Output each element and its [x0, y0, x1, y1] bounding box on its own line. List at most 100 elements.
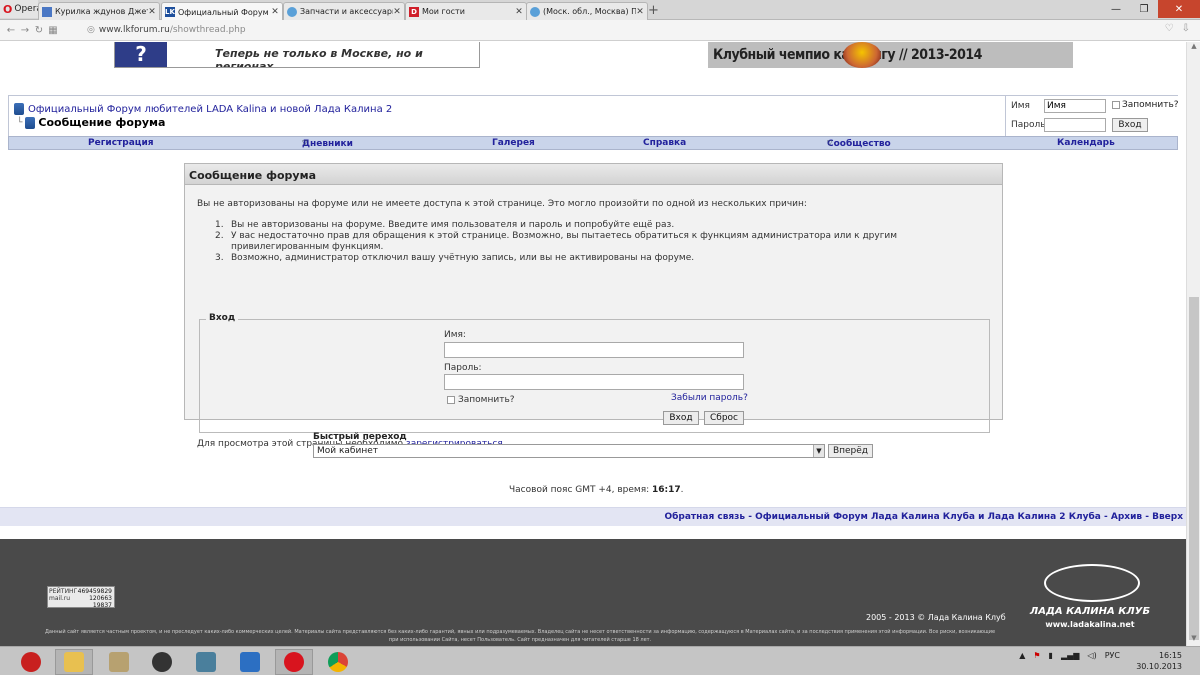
reset-button[interactable]: Сброс: [704, 411, 744, 425]
tab-4[interactable]: D Мои гости ✕: [405, 2, 527, 20]
globe-favicon-icon: [530, 6, 540, 17]
footer-links[interactable]: Обратная связь - Официальный Форум Лада …: [664, 512, 1183, 522]
nav-calendar[interactable]: Календарь: [1057, 138, 1115, 148]
utility-icon[interactable]: [100, 649, 138, 675]
remember-checkbox[interactable]: Запомнить?: [1112, 100, 1179, 110]
logo-text: ЛАДА КАЛИНА КЛУБ: [1029, 606, 1151, 617]
nav-blogs-label: Дневники: [302, 139, 353, 149]
password-input[interactable]: [1044, 118, 1106, 132]
speed-dial-icon[interactable]: ▦: [46, 25, 60, 36]
quick-nav-select[interactable]: Мой кабинет ▼: [313, 444, 825, 458]
checkbox-icon: [447, 396, 455, 404]
banner-left[interactable]: ? Теперь не только в Москве, но и регион…: [114, 42, 480, 68]
bookmark-heart-icon[interactable]: ♡: [1165, 23, 1174, 34]
tray-signal-icon[interactable]: ▂▄▆: [1061, 651, 1079, 660]
power-icon[interactable]: [12, 649, 50, 675]
lk-favicon-icon: LK: [165, 7, 175, 17]
remember-label: Запомнить?: [458, 395, 515, 405]
url-field[interactable]: ◎ www.lkforum.ru/showthread.php: [87, 22, 1177, 38]
scroll-thumb[interactable]: [1189, 297, 1199, 640]
forward-icon[interactable]: →: [18, 25, 32, 36]
opera-logo-icon: O: [3, 2, 13, 16]
explorer-icon[interactable]: [55, 649, 93, 675]
close-icon[interactable]: ✕: [393, 7, 401, 17]
scroll-down-icon[interactable]: ▼: [1187, 634, 1200, 646]
panel-title: Сообщение форума: [185, 164, 1002, 185]
tray-flag-icon[interactable]: ⚑: [1033, 651, 1040, 660]
nav-help[interactable]: Справка: [643, 138, 686, 148]
clock-date: 30.10.2013: [1136, 662, 1182, 671]
forum-favicon-icon: [42, 6, 52, 17]
banner-left-text: Теперь не только в Москве, но и регионах…: [215, 47, 423, 68]
clock-time: 16:15: [1158, 651, 1182, 660]
club-logo[interactable]: ЛАДА КАЛИНА КЛУБ www.ladakalina.net: [1020, 564, 1160, 634]
download-icon[interactable]: ⇩: [1182, 23, 1190, 34]
tray-network-icon[interactable]: ▮: [1049, 651, 1053, 660]
mailru-counter[interactable]: РЕЙТИНГ mail.ru 469459829 120663 19837: [47, 586, 115, 609]
forum-home-icon: [14, 103, 24, 115]
opera-menu-button[interactable]: O Opera: [0, 0, 42, 18]
tab-title: Официальный Форум ле: [178, 7, 271, 17]
close-icon[interactable]: ✕: [636, 7, 644, 17]
breadcrumb-root-link[interactable]: Официальный Форум любителей LADA Kalina …: [28, 104, 392, 115]
speaker-icon[interactable]: [143, 649, 181, 675]
list-item: 3. Возможно, администратор отключил вашу …: [215, 253, 975, 264]
login-button[interactable]: Вход: [1112, 118, 1148, 132]
window-close-icon[interactable]: ✕: [1158, 0, 1200, 18]
password-label: Пароль: [1011, 120, 1046, 130]
list-item: 2. У вас недостаточно прав для обращения …: [215, 231, 975, 253]
login-submit-button[interactable]: Вход: [663, 411, 699, 425]
tab-2-active[interactable]: LK Официальный Форум ле ✕: [161, 2, 283, 21]
name-input[interactable]: [444, 342, 744, 358]
tab-5[interactable]: (Моск. обл., Москва) Пр ✕: [526, 2, 648, 20]
globe-icon: ◎: [87, 25, 95, 35]
password-input[interactable]: [444, 374, 744, 390]
nav-gallery[interactable]: Галерея: [492, 138, 535, 148]
opera-taskbar-icon[interactable]: [275, 649, 313, 675]
list-text: Вы не авторизованы на форуме. Введите им…: [231, 220, 675, 230]
nav-register[interactable]: Регистрация: [88, 138, 154, 148]
tab-1[interactable]: Курилка ждунов Джетты ✕: [38, 2, 160, 20]
close-icon[interactable]: ✕: [148, 7, 156, 17]
list-text: У вас недостаточно прав для обращения к …: [231, 231, 898, 252]
photo-app-icon[interactable]: [187, 649, 225, 675]
minimize-icon[interactable]: —: [1102, 0, 1130, 18]
settings-app-icon[interactable]: [231, 649, 269, 675]
tray-volume-icon[interactable]: ◁): [1087, 651, 1096, 660]
reload-icon[interactable]: ↻: [32, 25, 46, 36]
page-title: └ Сообщение форума: [17, 116, 165, 129]
name-label: Имя:: [444, 330, 466, 340]
close-icon[interactable]: ✕: [271, 7, 279, 17]
remember-checkbox[interactable]: Запомнить?: [447, 395, 515, 405]
timezone-time: 16:17: [652, 485, 681, 495]
forgot-password-link[interactable]: Забыли пароль?: [671, 393, 748, 403]
close-icon[interactable]: ✕: [515, 7, 523, 17]
copyright: 2005 - 2013 © Лада Калина Клуб: [866, 613, 1006, 622]
system-tray: ▲ ⚑ ▮ ▂▄▆ ◁) РУС: [1019, 651, 1120, 660]
taskbar-clock[interactable]: 16:15 30.10.2013: [1136, 650, 1182, 672]
page-scrollbar[interactable]: ▲ ▼: [1186, 42, 1200, 646]
forum-nav: Регистрация Дневники ▽ Галерея Справка С…: [8, 136, 1178, 150]
tray-language[interactable]: РУС: [1105, 651, 1120, 660]
tab-3[interactable]: Запчасти и аксессуары ✕: [283, 2, 405, 20]
timezone-info: Часовой пояс GMT +4, время: 16:17.: [509, 485, 684, 495]
timezone-prefix: Часовой пояс GMT +4, время:: [509, 485, 653, 495]
tray-up-arrow-icon[interactable]: ▲: [1019, 651, 1025, 660]
scroll-up-icon[interactable]: ▲: [1187, 42, 1200, 54]
url-path: /showthread.php: [169, 25, 246, 35]
browser-tab-bar: O Opera Курилка ждунов Джетты ✕ LK Офици…: [0, 0, 1200, 21]
maximize-icon[interactable]: ❐: [1130, 0, 1158, 18]
dark-footer: РЕЙТИНГ mail.ru 469459829 120663 19837 2005…: [0, 539, 1186, 646]
remember-label: Запомнить?: [1122, 100, 1179, 110]
d-favicon-icon: D: [409, 6, 419, 17]
chrome-icon[interactable]: [319, 649, 357, 675]
list-text: Возможно, администратор отключил вашу уч…: [231, 253, 695, 263]
quick-nav-go-button[interactable]: Вперёд: [828, 444, 873, 458]
username-input[interactable]: [1044, 99, 1106, 113]
tree-branch-icon: └: [17, 117, 23, 128]
list-item: 1. Вы не авторизованы на форуме. Введите …: [215, 220, 975, 231]
panel-intro: Вы не авторизованы на форуме или не имее…: [197, 199, 807, 209]
back-icon[interactable]: ←: [4, 25, 18, 36]
banner-right[interactable]: Клубный чемпио картингу // 2013-2014: [708, 42, 1073, 68]
new-tab-icon[interactable]: +: [648, 3, 659, 18]
